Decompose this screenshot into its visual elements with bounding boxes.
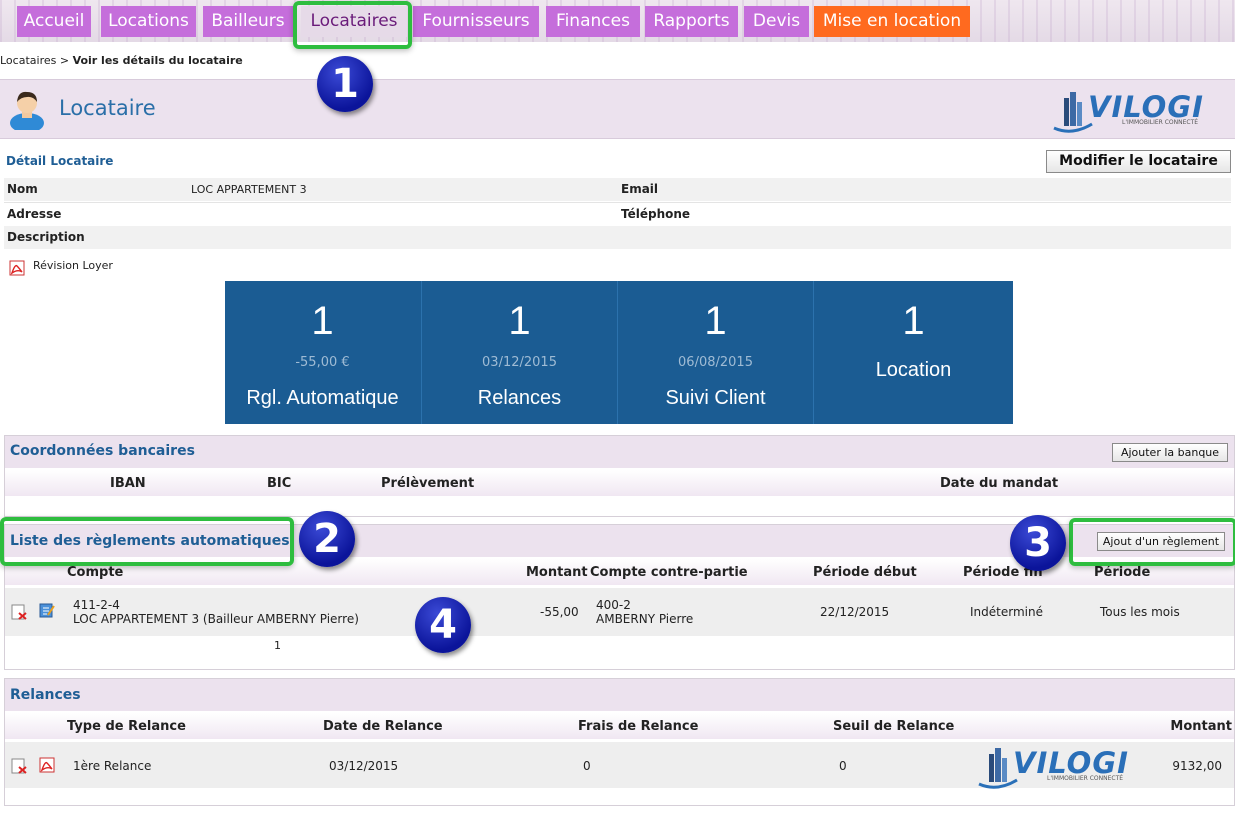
tile-count: 1 <box>902 299 925 343</box>
row-montant: -55,00 <box>540 605 579 619</box>
add-bank-button[interactable]: Ajouter la banque <box>1112 443 1228 462</box>
nav-tab-bailleurs[interactable]: Bailleurs <box>203 6 293 37</box>
row-type-relance: 1ère Relance <box>73 759 152 773</box>
tile-sub: 06/08/2015 <box>678 355 753 370</box>
col-date-relance: Date de Relance <box>323 719 443 734</box>
logo-tagline: L'IMMOBILIER CONNECTÉ <box>1047 775 1124 782</box>
col-compte-contre-partie: Compte contre-partie <box>590 565 748 580</box>
breadcrumb-separator: > <box>56 54 73 67</box>
highlight-add-reglement <box>1069 518 1235 566</box>
nav-tab-rapports[interactable]: Rapports <box>645 6 738 37</box>
edit-tenant-button[interactable]: Modifier le locataire <box>1046 150 1231 173</box>
logo-tagline: L'IMMOBILIER CONNECTÉ <box>1122 119 1199 126</box>
tile-count: 1 <box>311 299 334 343</box>
relances-panel-title: Relances <box>10 687 81 703</box>
row-seuil-relance: 0 <box>839 759 847 773</box>
tile-caption: Relances <box>477 387 562 409</box>
callout-badge-1: 1 <box>317 56 373 112</box>
col-bic: BIC <box>267 476 292 491</box>
tile-location[interactable]: 1 Location <box>813 281 1013 424</box>
detail-row-adresse: Adresse Téléphone <box>4 202 1231 226</box>
tile-caption: Rgl. Automatique <box>246 387 399 409</box>
callout-badge-3: 3 <box>1010 515 1066 571</box>
nav-tab-fournisseurs[interactable]: Fournisseurs <box>413 6 539 37</box>
bank-table-header: IBAN BIC Prélèvement Date du mandat <box>5 470 1234 496</box>
edit-icon[interactable] <box>39 602 55 618</box>
bank-panel: Coordonnées bancaires Ajouter la banque … <box>4 435 1235 517</box>
tile-caption: Location <box>875 359 952 381</box>
tile-count: 1 <box>508 299 531 343</box>
table-row[interactable]: 411-2-4 LOC APPARTEMENT 3 (Bailleur AMBE… <box>5 588 1234 636</box>
col-compte: Compte <box>67 565 124 580</box>
row-periode-fin: Indéterminé <box>970 605 1043 619</box>
nom-label: Nom <box>7 182 38 196</box>
col-periode: Période <box>1094 565 1151 580</box>
revision-loyer-link[interactable]: Révision Loyer <box>33 259 113 272</box>
vilogi-watermark-logo: VILOGI L'IMMOBILIER CONNECTÉ <box>975 744 1135 790</box>
col-periode-debut: Période début <box>813 565 917 580</box>
tile-reglement-auto[interactable]: 1 -55,00 € Rgl. Automatique <box>225 281 420 424</box>
tile-caption: Suivi Client <box>665 387 766 409</box>
row-contre-code: 400-2 <box>596 598 631 612</box>
row-periode: Tous les mois <box>1100 605 1180 619</box>
col-type-relance: Type de Relance <box>67 719 186 734</box>
nav-tab-mise-en-location[interactable]: Mise en location <box>814 6 970 37</box>
delete-icon[interactable] <box>11 604 27 620</box>
callout-badge-4: 4 <box>415 597 471 653</box>
tile-count: 1 <box>704 299 727 343</box>
col-iban: IBAN <box>110 476 146 491</box>
breadcrumb: Locataires > Voir les détails du locatai… <box>0 54 243 67</box>
col-montant: Montant <box>1170 719 1232 734</box>
description-label: Description <box>7 230 85 244</box>
highlight-locataires-tab <box>293 1 412 49</box>
nav-tab-finances[interactable]: Finances <box>546 6 640 37</box>
col-frais-relance: Frais de Relance <box>578 719 699 734</box>
adresse-label: Adresse <box>7 207 62 221</box>
email-label: Email <box>621 182 659 196</box>
row-date-relance: 03/12/2015 <box>329 759 399 773</box>
row-compte-name: LOC APPARTEMENT 3 (Bailleur AMBERNY Pier… <box>73 612 359 626</box>
row-contre-name: AMBERNY Pierre <box>596 612 694 626</box>
row-frais-relance: 0 <box>583 759 591 773</box>
user-avatar-icon <box>10 91 44 130</box>
col-prelevement: Prélèvement <box>381 476 475 491</box>
relances-panel-header <box>5 679 1234 711</box>
telephone-label: Téléphone <box>621 207 691 221</box>
col-seuil-relance: Seuil de Relance <box>833 719 955 734</box>
col-montant: Montant <box>526 565 588 580</box>
nav-tab-locations[interactable]: Locations <box>101 6 196 37</box>
highlight-reglements-title <box>0 517 294 566</box>
row-compte-code: 411-2-4 <box>73 598 120 612</box>
relances-table-header: Type de Relance Date de Relance Frais de… <box>5 713 1234 739</box>
nav-tab-devis[interactable]: Devis <box>744 6 809 37</box>
breadcrumb-current: Voir les détails du locataire <box>72 54 243 67</box>
vilogi-logo: VILOGI L'IMMOBILIER CONNECTÉ <box>1050 88 1210 134</box>
tile-sub: -55,00 € <box>295 355 350 370</box>
breadcrumb-parent[interactable]: Locataires <box>0 54 56 67</box>
tile-suivi-client[interactable]: 1 06/08/2015 Suivi Client <box>617 281 813 424</box>
row-periode-debut: 22/12/2015 <box>820 605 890 619</box>
pdf-icon[interactable] <box>39 757 55 773</box>
nav-tab-accueil[interactable]: Accueil <box>17 6 91 37</box>
nom-value: LOC APPARTEMENT 3 <box>191 183 307 196</box>
detail-row-nom: Nom LOC APPARTEMENT 3 Email <box>4 178 1231 201</box>
col-date-mandat: Date du mandat <box>940 476 1059 491</box>
callout-badge-2: 2 <box>299 511 355 567</box>
tile-sub: 03/12/2015 <box>482 355 557 370</box>
detail-section-title: Détail Locataire <box>6 154 114 168</box>
delete-icon[interactable] <box>11 758 27 774</box>
page-title: Locataire <box>59 96 156 120</box>
row-montant: 9132,00 <box>1172 759 1222 773</box>
tile-relances[interactable]: 1 03/12/2015 Relances <box>421 281 617 424</box>
pagination-page-1[interactable]: 1 <box>274 639 281 652</box>
detail-row-description: Description <box>4 226 1231 249</box>
bank-panel-title: Coordonnées bancaires <box>10 443 195 459</box>
pdf-icon <box>9 260 25 276</box>
